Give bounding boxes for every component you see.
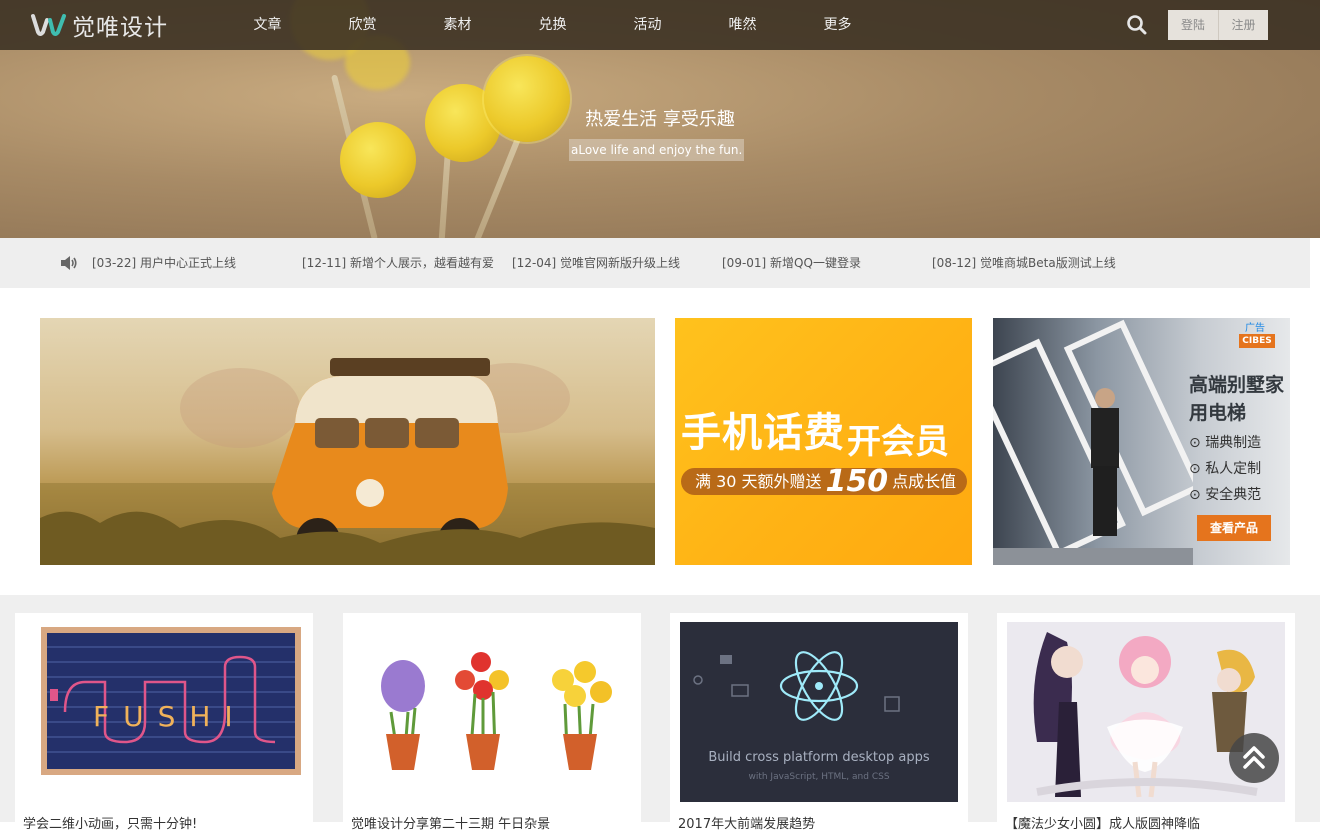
article-card[interactable]: FUSHI 学会二维小动画，只需十分钟! [15, 613, 313, 833]
top-nav: 觉唯设计 文章 欣赏 素材 兑换 活动 唯然 更多 登陆 注册 [0, 0, 1320, 50]
card-title: 觉唯设计分享第二十三期 午日杂景 [351, 817, 551, 832]
card-title: 2017年大前端发展趋势 [678, 817, 816, 832]
nav-item-more[interactable]: 更多 [790, 0, 885, 50]
card-title: 【魔法少女小圆】成人版圆神降临 [1005, 817, 1201, 832]
phone-credit-banner[interactable]: 手机话费 开会员 满 30 天额外赠送 150 点成长值 [675, 318, 972, 565]
elevator-ad-banner[interactable]: 广告 CIBES 高端别墅家用电梯 ⊙ 瑞典制造 ⊙ 私人定制 ⊙ 安全典范 查… [993, 318, 1290, 565]
nav-menu: 文章 欣赏 素材 兑换 活动 唯然 更多 [220, 0, 885, 50]
notice-item[interactable]: [09-01] 新增QQ一键登录 [722, 238, 861, 288]
yellow-flower [340, 122, 416, 198]
hero-title: 热爱生活 享受乐趣 [585, 109, 735, 130]
vw-bus-illustration [40, 358, 655, 565]
double-chevron-up-icon [1243, 746, 1265, 769]
article-card[interactable]: 【魔法少女小圆】成人版圆神降临 [997, 613, 1295, 833]
article-card[interactable]: Build cross platform desktop apps with J… [670, 613, 968, 833]
auth-buttons: 登陆 注册 [1168, 10, 1268, 40]
search-icon[interactable] [1124, 12, 1150, 38]
ad-tag: 广告 [1245, 323, 1265, 334]
card-image [353, 622, 631, 802]
electron-art-line2: with JavaScript, HTML, and CSS [748, 772, 889, 782]
notice-item[interactable]: [12-11] 新增个人展示，越看越有爱 [302, 238, 494, 288]
speaker-icon [60, 255, 78, 271]
nav-item-events[interactable]: 活动 [600, 0, 695, 50]
phone-banner-title2: 开会员 [847, 422, 949, 462]
card-title: 学会二维小动画，只需十分钟! [23, 817, 198, 832]
card-image: FUSHI [25, 622, 303, 802]
view-product-button[interactable]: 查看产品 [1197, 515, 1271, 541]
flower-pot-purple [381, 660, 425, 770]
ad-feature-list: ⊙ 瑞典制造 ⊙ 私人定制 ⊙ 安全典范 [1189, 430, 1261, 508]
article-cards: FUSHI 学会二维小动画，只需十分钟! 觉唯设计分享第二十三期 午日杂景 Bu… [0, 595, 1320, 833]
notice-item[interactable]: [12-04] 觉唯官网新版升级上线 [512, 238, 680, 288]
nav-item-exchange[interactable]: 兑换 [505, 0, 600, 50]
fushi-art-text: FUSHI [93, 700, 247, 733]
banner-row: 手机话费 开会员 满 30 天额外赠送 150 点成长值 广告 CIBES 高端别墅… [0, 288, 1320, 595]
ad-feature-label: 瑞典制造 [1205, 435, 1262, 451]
ad-feature: ⊙ 瑞典制造 [1189, 430, 1261, 456]
check-icon: ⊙ [1189, 461, 1206, 477]
logo-icon [30, 12, 68, 38]
nav-item-articles[interactable]: 文章 [220, 0, 315, 50]
notice-item[interactable]: [08-12] 觉唯商城Beta版测试上线 [932, 238, 1116, 288]
login-button[interactable]: 登陆 [1168, 10, 1218, 40]
notice-bar: [03-22] 用户中心正式上线 [12-11] 新增个人展示，越看越有爱 [1… [0, 238, 1310, 288]
vw-bus-banner[interactable] [40, 318, 655, 565]
article-card[interactable]: 觉唯设计分享第二十三期 午日杂景 [343, 613, 641, 833]
check-icon: ⊙ [1189, 435, 1206, 451]
ad-title: 高端别墅家用电梯 [1189, 374, 1285, 424]
nav-item-appreciate[interactable]: 欣赏 [315, 0, 410, 50]
ad-brand-logo: CIBES [1239, 334, 1275, 348]
flower-pot-yellow [552, 661, 612, 770]
card-image: Build cross platform desktop apps with J… [680, 622, 958, 802]
register-button[interactable]: 注册 [1218, 10, 1268, 40]
phone-banner-title: 手机话费 [681, 410, 845, 456]
strip-text-pre: 满 30 天额外赠送 [695, 472, 822, 491]
ad-feature-label: 安全典范 [1205, 487, 1262, 503]
electron-art-line1: Build cross platform desktop apps [708, 750, 929, 765]
elevator-photo [993, 319, 1193, 565]
notice-item[interactable]: [03-22] 用户中心正式上线 [92, 238, 236, 288]
ad-feature-label: 私人定制 [1205, 461, 1262, 477]
check-icon: ⊙ [1189, 487, 1206, 503]
flower-pot-red [455, 652, 509, 770]
hero-banner: 热爱生活 享受乐趣 aLove life and enjoy the fun. … [0, 0, 1320, 238]
site-logo[interactable]: 觉唯设计 [30, 8, 168, 42]
ad-feature: ⊙ 私人定制 [1189, 456, 1261, 482]
logo-text: 觉唯设计 [72, 15, 168, 41]
phone-banner-strip: 满 30 天额外赠送 150 点成长值 [681, 467, 967, 497]
strip-text-post: 点成长值 [892, 472, 957, 491]
nav-item-materials[interactable]: 素材 [410, 0, 505, 50]
hero-subtitle: aLove life and enjoy the fun. [569, 139, 745, 161]
ad-feature: ⊙ 安全典范 [1189, 482, 1261, 508]
scroll-to-top-button[interactable] [1229, 733, 1279, 783]
nav-item-weiran[interactable]: 唯然 [695, 0, 790, 50]
strip-number: 150 [825, 464, 889, 499]
